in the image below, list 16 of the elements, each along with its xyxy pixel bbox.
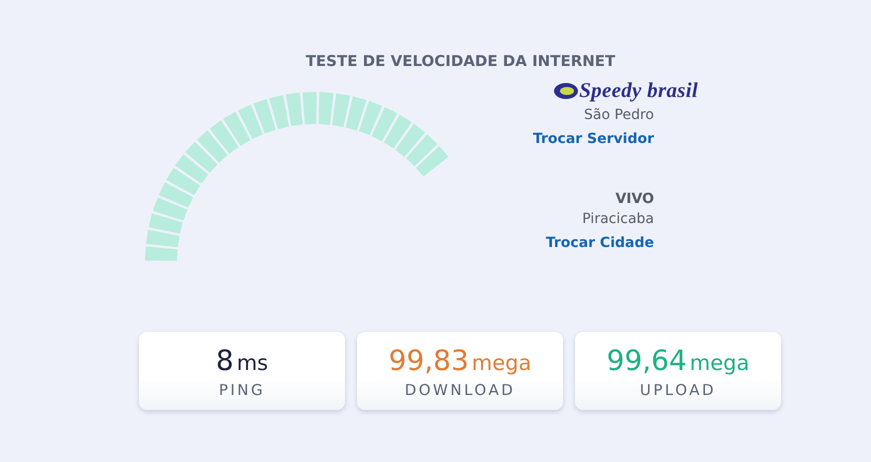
stat-unit: mega (690, 350, 750, 374)
stat-value: 99,83 (388, 344, 469, 376)
stat-label: UPLOAD (640, 380, 716, 398)
server-logo: Speedy brasil (579, 78, 698, 103)
stat-unit: ms (236, 350, 268, 374)
change-city-link[interactable]: Trocar Cidade (546, 235, 654, 251)
stat-label: DOWNLOAD (404, 380, 516, 398)
server-city: São Pedro (584, 107, 654, 123)
page-title: TESTE DE VELOCIDADE DA INTERNET (304, 52, 616, 70)
stat-value: 8 (216, 344, 234, 376)
provider-city: Piracicaba (582, 211, 654, 227)
provider-name: VIVO (615, 191, 654, 207)
change-server-link[interactable]: Trocar Servidor (532, 131, 654, 147)
stat-label: PING (218, 380, 266, 398)
stat-unit: mega (472, 350, 532, 374)
stat-value: 99,64 (606, 344, 687, 376)
